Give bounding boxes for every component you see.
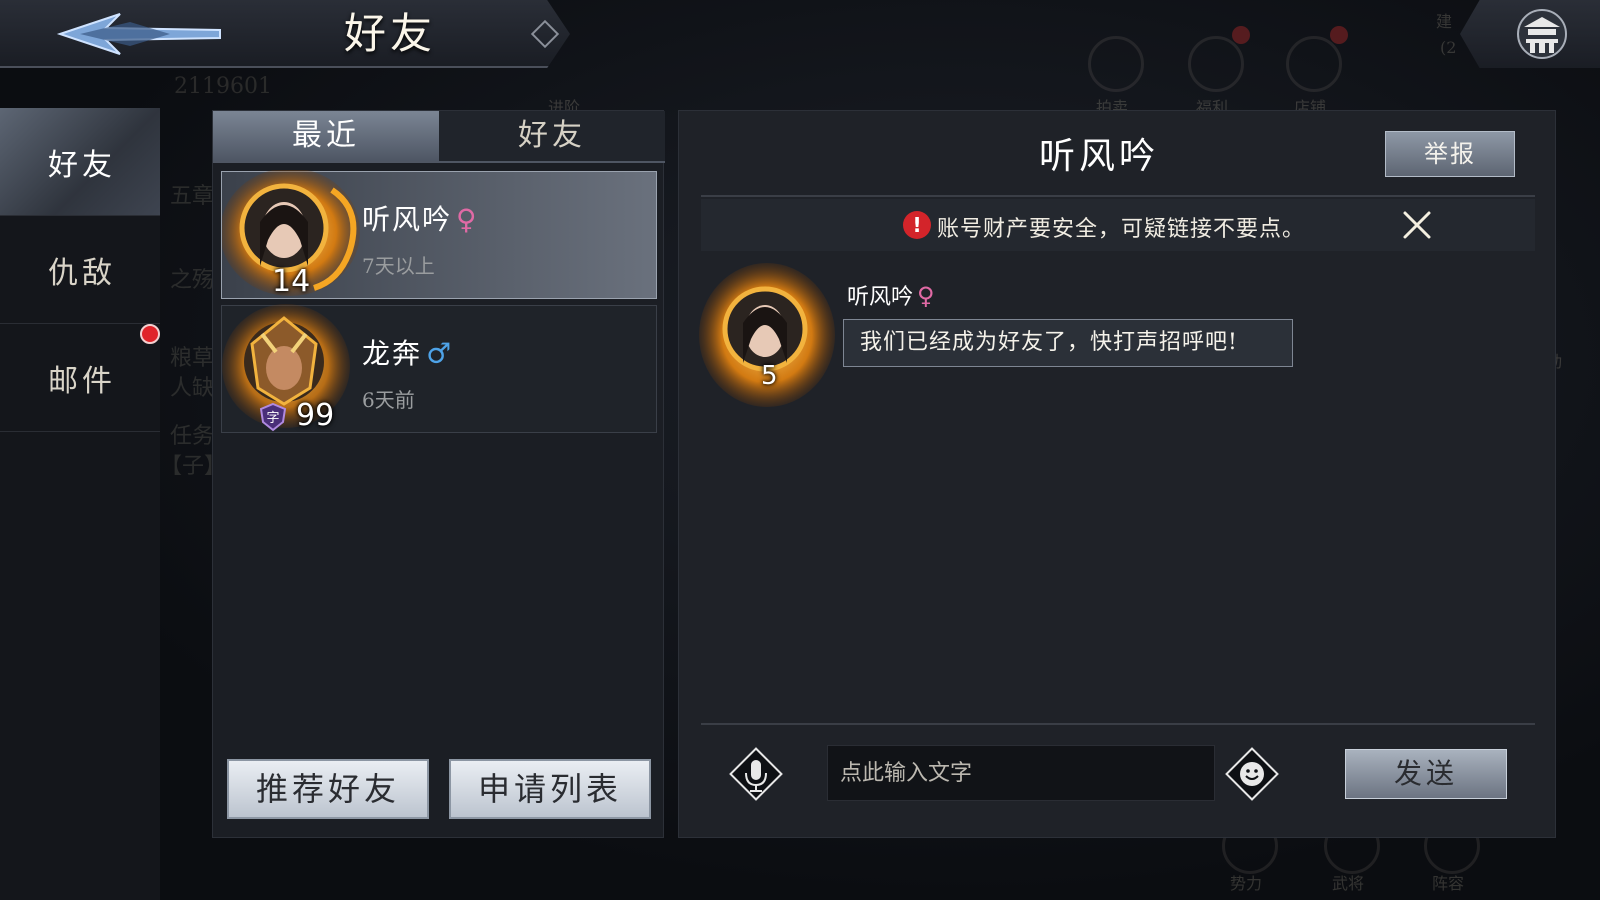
request-list-button[interactable]: 申请列表 — [449, 759, 651, 819]
bg-shop-icon — [1286, 36, 1342, 92]
tab-recent[interactable]: 最近 — [213, 111, 439, 161]
friend-row[interactable]: 14 听风吟 ♀ 7天以上 — [221, 170, 657, 299]
sidebar-item-friends[interactable]: 好友 — [0, 108, 160, 216]
home-pagoda-icon — [1517, 9, 1567, 59]
divider — [701, 723, 1535, 725]
bg-task-text: 五章 — [170, 184, 215, 209]
back-arrow-icon — [56, 13, 221, 55]
message-sender-level: 5 — [761, 361, 778, 391]
bg-task-text: 人缺 — [170, 376, 215, 401]
bg-task-text: 任务 — [170, 424, 215, 449]
friend-last-online: 6天前 — [362, 388, 415, 412]
bg-menu-label: 阵容 — [1432, 874, 1465, 893]
smiley-icon[interactable] — [1225, 747, 1279, 801]
report-button[interactable]: 举报 — [1385, 131, 1515, 177]
bg-menu-label: 势力 — [1230, 874, 1263, 893]
friend-level: 99 — [296, 398, 335, 433]
friend-name-text: 听风吟 — [362, 203, 453, 236]
page-title: 好友 — [343, 9, 436, 58]
friend-row[interactable]: 字 99 龙奔 ♂ 6天前 — [221, 304, 657, 433]
male-gender-icon: ♂ — [426, 337, 454, 370]
divider — [701, 195, 1535, 197]
exclamation-icon: ! — [903, 211, 931, 239]
recommend-friends-button[interactable]: 推荐好友 — [227, 759, 429, 819]
friend-name: 听风吟 ♀ — [362, 198, 478, 238]
bg-task-text: 粮草 — [170, 346, 215, 371]
home-button[interactable] — [1460, 0, 1600, 68]
sidebar-item-label: 邮件 — [48, 363, 116, 399]
sidebar-item-label: 仇敌 — [48, 255, 116, 291]
chat-input[interactable] — [827, 745, 1215, 801]
back-button[interactable] — [50, 8, 230, 60]
microphone-icon[interactable] — [729, 747, 783, 801]
sidebar-item-label: 好友 — [48, 147, 116, 183]
notice-text: 账号财产要安全，可疑链接不要点。 — [937, 217, 1306, 242]
security-notice: ! 账号财产要安全，可疑链接不要点。 — [701, 199, 1535, 251]
send-button[interactable]: 发送 — [1345, 749, 1507, 799]
vip-shield-icon: 字 — [259, 402, 287, 432]
friend-list-panel: 最近 好友 14 听风吟 ♀ 7天以上 字 99 龙奔 ♂ 6天前 推荐好友 申… — [212, 110, 665, 838]
bg-menu-label: 建 — [1436, 12, 1453, 31]
vip-badge-text: 字 — [266, 411, 279, 426]
chat-title: 听风吟 — [1038, 136, 1159, 177]
bg-auction-icon — [1088, 36, 1144, 92]
bg-welfare-icon — [1188, 36, 1244, 92]
bg-score: 2119601 — [174, 74, 272, 99]
bg-task-text: 之殇 — [170, 268, 215, 293]
friend-name: 龙奔 ♂ — [362, 332, 453, 372]
notification-dot — [140, 324, 160, 344]
sidebar-item-mail[interactable]: 邮件 — [0, 324, 160, 432]
female-gender-icon: ♀ — [456, 203, 479, 236]
friend-tabs: 最近 好友 — [213, 111, 665, 163]
sidebar: 好友 仇敌 邮件 — [0, 108, 160, 900]
diamond-ornament-icon — [530, 19, 560, 49]
friend-name-text: 龙奔 — [362, 337, 423, 370]
bg-menu-label: 武将 — [1332, 874, 1365, 893]
close-x-icon[interactable] — [1401, 209, 1433, 241]
bg-notification-dot — [1232, 26, 1250, 44]
message-sender: 听风吟 ♀ — [847, 279, 935, 311]
friend-last-online: 7天以上 — [362, 254, 435, 278]
message-sender-name: 听风吟 — [847, 285, 914, 310]
sidebar-item-enemies[interactable]: 仇敌 — [0, 216, 160, 324]
message-bubble: 我们已经成为好友了，快打声招呼吧! — [843, 319, 1293, 367]
chat-panel: 听风吟 举报 ! 账号财产要安全，可疑链接不要点。 5 听风吟 ♀ 我们已经成为好… — [678, 110, 1556, 838]
tab-friends[interactable]: 好友 — [439, 111, 665, 161]
bg-menu-label: (2 — [1440, 38, 1457, 57]
friend-level: 14 — [272, 264, 311, 299]
header-bar: 好友 — [0, 0, 570, 68]
bg-notification-dot — [1330, 26, 1348, 44]
female-gender-icon: ♀ — [917, 282, 935, 310]
